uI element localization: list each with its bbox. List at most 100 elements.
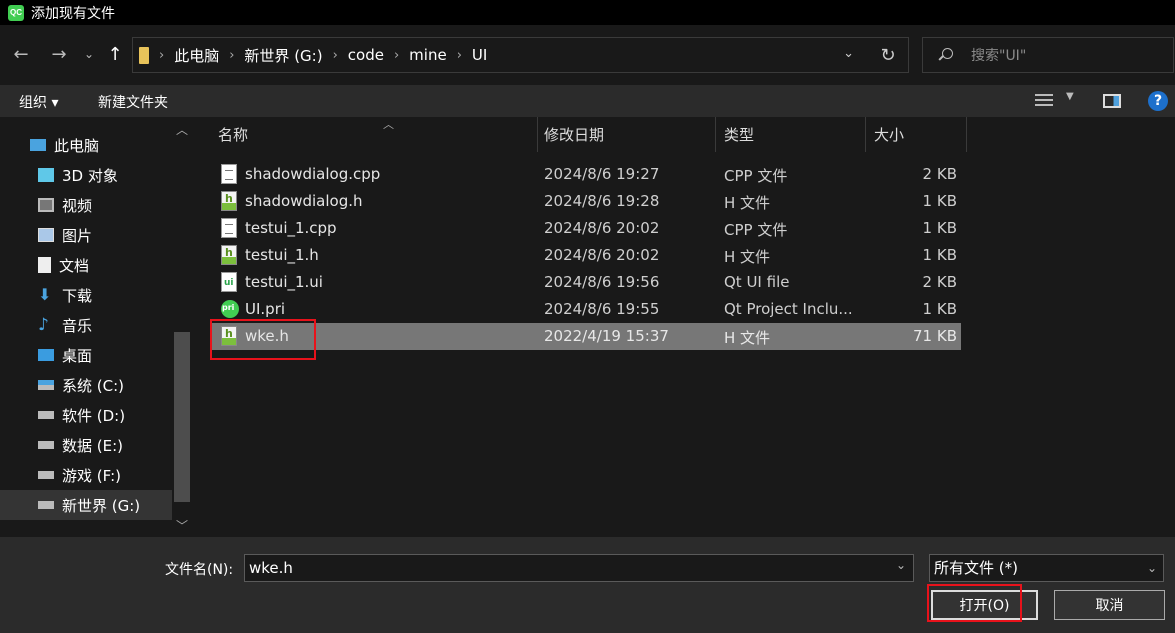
chevron-down-icon[interactable]: ﹀ [176,517,188,534]
forward-icon[interactable]: → [48,42,70,66]
sidebar-item-label: 音乐 [62,316,93,335]
column-header-name[interactable]: 名称 ︿ [210,117,538,152]
file-type: Qt Project Inclu... [724,300,853,318]
chevron-down-icon[interactable]: ⌄ [843,46,854,61]
sidebar-item-label: 软件 (D:) [62,406,126,425]
file-date: 2024/8/6 19:27 [544,165,660,183]
up-icon[interactable]: ↑ [104,42,126,66]
sidebar-item-label: 系统 (C:) [62,376,124,395]
cube-icon [38,168,54,182]
sidebar-item-drive-c[interactable]: 系统 (C:) [0,370,172,400]
file-date: 2022/4/19 15:37 [544,327,669,345]
new-folder-button[interactable]: 新建文件夹 [98,92,168,112]
sidebar-item-drive-f[interactable]: 游戏 (F:) [0,460,172,490]
search-box[interactable]: 搜索"UI" [922,37,1174,73]
file-size: 1 KB [922,192,957,210]
sidebar-item-label: 新世界 (G:) [62,496,141,515]
document-icon [38,257,51,273]
computer-icon [30,139,46,151]
breadcrumb-drive-g[interactable]: 新世界 (G:) [244,45,322,66]
sidebar-scrollbar[interactable]: ︿ ﹀ [172,117,193,537]
breadcrumb-code[interactable]: code [348,46,384,64]
file-size: 2 KB [922,165,957,183]
file-type-select-value: 所有文件 (*) [934,559,1018,577]
column-header-label: 大小 [874,126,905,144]
chevron-down-icon[interactable]: ⌄ [896,558,906,572]
drive-icon [38,441,54,449]
sort-ascending-icon: ︿ [383,118,394,131]
chevron-right-icon: › [393,47,400,63]
file-row[interactable]: testui_1.ui 2024/8/6 19:56 Qt UI file 2 … [211,269,961,296]
column-header-date[interactable]: 修改日期 [536,117,716,152]
drive-icon [38,380,54,390]
folder-icon [139,46,149,64]
cancel-button[interactable]: 取消 [1054,590,1165,620]
breadcrumb-ui[interactable]: UI [472,46,487,64]
sidebar-item-music[interactable]: ♪ 音乐 [0,310,172,340]
chevron-up-icon[interactable]: ︿ [176,121,188,138]
file-name: UI.pri [245,300,286,318]
chevron-right-icon: › [229,47,235,63]
file-row[interactable]: UI.pri 2024/8/6 19:55 Qt Project Inclu..… [211,296,961,323]
sidebar-item-videos[interactable]: 视频 [0,190,172,220]
sidebar-item-drive-g[interactable]: 新世界 (G:) [0,490,172,520]
file-row[interactable]: testui_1.h 2024/8/6 20:02 H 文件 1 KB [211,242,961,269]
column-header-label: 修改日期 [544,126,605,144]
sidebar-item-this-pc[interactable]: 此电脑 [0,130,172,160]
column-header-type[interactable]: 类型 [716,117,866,152]
view-options-icon[interactable] [1035,94,1053,108]
file-size: 1 KB [922,300,957,318]
filename-input[interactable]: wke.h [244,554,914,582]
breadcrumb-this-pc[interactable]: 此电脑 [174,45,219,66]
sidebar-item-downloads[interactable]: ⬇ 下载 [0,280,172,310]
address-bar: ← → ⌄ ↑ › 此电脑 › 新世界 (G:) › code › mine ›… [0,25,1175,85]
file-row[interactable]: shadowdialog.cpp 2024/8/6 19:27 CPP 文件 2… [211,161,961,188]
qt-ui-file-icon [221,272,237,292]
chevron-right-icon: › [159,47,165,63]
file-row[interactable]: shadowdialog.h 2024/8/6 19:28 H 文件 1 KB [211,188,961,215]
view-dropdown-icon[interactable]: ▼ [1066,91,1074,102]
qt-creator-icon: QC [8,4,24,21]
open-button[interactable]: 打开(O) [931,590,1038,620]
sidebar-item-label: 桌面 [62,346,93,365]
file-date: 2024/8/6 20:02 [544,246,660,264]
file-type: CPP 文件 [724,221,788,239]
drive-icon [38,471,54,479]
command-bar: 组织 ▾ 新建文件夹 ▼ ? [0,85,1175,117]
sidebar-item-pictures[interactable]: 图片 [0,220,172,250]
recent-locations-icon[interactable]: ⌄ [82,42,96,66]
file-type: H 文件 [724,248,771,266]
back-icon[interactable]: ← [10,42,32,66]
path-box[interactable]: › 此电脑 › 新世界 (G:) › code › mine › UI ⌄ ↻ [132,37,909,73]
sidebar-item-label: 此电脑 [54,136,100,155]
help-icon[interactable]: ? [1148,91,1168,111]
file-list: 名称 ︿ 修改日期 类型 大小 shadowdialog.cpp 2024/8/… [193,117,1175,537]
file-type: H 文件 [724,329,771,347]
qt-pri-file-icon [221,300,239,318]
breadcrumb-mine[interactable]: mine [409,46,447,64]
dialog-footer: 文件名(N): wke.h ⌄ 所有文件 (*) ⌄ 打开(O) 取消 [0,537,1175,633]
file-row[interactable]: testui_1.cpp 2024/8/6 20:02 CPP 文件 1 KB [211,215,961,242]
chevron-down-icon: ⌄ [1146,561,1157,575]
sidebar-item-label: 图片 [62,226,93,245]
sidebar-item-drive-d[interactable]: 软件 (D:) [0,400,172,430]
organize-button[interactable]: 组织 ▾ [19,92,58,112]
sidebar-item-label: 下载 [62,286,93,305]
title-bar: QC 添加现有文件 [0,0,1175,25]
file-size: 2 KB [922,273,957,291]
sidebar-item-drive-e[interactable]: 数据 (E:) [0,430,172,460]
sidebar-item-desktop[interactable]: 桌面 [0,340,172,370]
file-row-selected[interactable]: wke.h 2022/4/19 15:37 H 文件 71 KB [211,323,961,350]
file-date: 2024/8/6 19:55 [544,300,660,318]
sidebar-item-documents[interactable]: 文档 [0,250,172,280]
scrollbar-thumb[interactable] [174,332,190,502]
file-type-select[interactable]: 所有文件 (*) ⌄ [929,554,1164,582]
search-input[interactable]: 搜索"UI" [971,45,1026,65]
sidebar-item-3d-objects[interactable]: 3D 对象 [0,160,172,190]
file-date: 2024/8/6 19:28 [544,192,660,210]
refresh-icon[interactable]: ↻ [868,38,908,72]
file-name: shadowdialog.h [245,192,363,210]
preview-pane-icon[interactable] [1103,94,1121,108]
filename-label: 文件名(N): [165,562,234,578]
column-header-size[interactable]: 大小 [866,117,967,152]
